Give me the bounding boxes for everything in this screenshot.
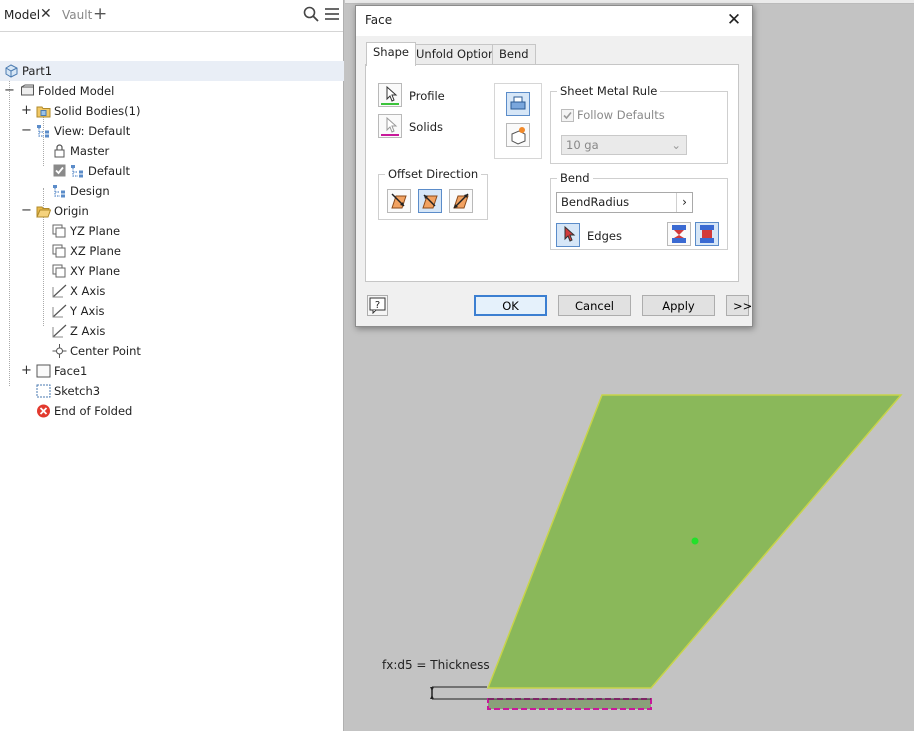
- tab-bend[interactable]: Bend: [492, 44, 536, 65]
- folder-open-icon: [36, 206, 51, 218]
- add-tab-icon[interactable]: +: [93, 4, 107, 24]
- bend-title: Bend: [557, 171, 593, 185]
- apply-button[interactable]: Apply: [642, 295, 715, 316]
- offset-direction-1-button[interactable]: [387, 189, 411, 213]
- plane-icon: [52, 264, 66, 278]
- bend-radius-field[interactable]: BendRadius ›: [556, 192, 693, 213]
- viewport-top-strip: [345, 0, 914, 4]
- solids-label: Solids: [409, 120, 444, 134]
- help-icon: ?: [369, 297, 386, 314]
- sheet-body-icon: [510, 96, 526, 110]
- bend-extension-2-button[interactable]: [695, 222, 719, 246]
- tree-item-part1[interactable]: Part1: [0, 61, 344, 81]
- offset-direction-group: Offset Direction: [378, 167, 488, 220]
- point-icon: [52, 344, 67, 358]
- follow-defaults-label: Follow Defaults: [577, 108, 665, 122]
- close-icon[interactable]: ✕: [40, 6, 52, 22]
- selected-edge-highlight[interactable]: [487, 698, 652, 710]
- new-solid-icon: [511, 127, 526, 145]
- sheet-metal-rule-dropdown[interactable]: 10 ga ⌄: [561, 135, 687, 155]
- sheet-metal-rule-group: Sheet Metal Rule Follow Defaults 10 ga ⌄: [550, 84, 728, 164]
- close-icon[interactable]: ✕: [724, 9, 744, 31]
- join-button[interactable]: [506, 92, 530, 116]
- cancel-button[interactable]: Cancel: [558, 295, 631, 316]
- search-icon[interactable]: [302, 5, 320, 23]
- end-of-part-icon: [37, 404, 50, 418]
- checked-icon: [53, 164, 66, 177]
- face-dialog: Face ✕ Shape Unfold Options Bend Profile…: [355, 5, 753, 327]
- bend-extension-icon: [672, 225, 686, 243]
- expand-icon[interactable]: +: [21, 101, 32, 121]
- offset-direction-icon: [422, 194, 438, 209]
- edges-label: Edges: [587, 229, 622, 243]
- profile-label: Profile: [409, 89, 445, 103]
- part-icon: [5, 64, 18, 78]
- output-group: [494, 83, 542, 159]
- shape-tab-panel: Profile Solids Sheet Metal Rule Follow D…: [365, 64, 739, 282]
- offset-direction-symmetric-icon: [453, 193, 469, 209]
- view-rep-icon: [37, 125, 49, 138]
- view-rep-icon: [53, 185, 65, 198]
- cursor-arrow-icon: [564, 225, 576, 242]
- cursor-arrow-icon: [381, 116, 399, 136]
- collapse-icon[interactable]: −: [21, 201, 32, 221]
- face-feature-icon: [36, 364, 51, 378]
- tab-shape[interactable]: Shape: [366, 42, 417, 66]
- sketch-icon: [36, 384, 51, 398]
- lock-icon: [54, 144, 65, 158]
- axis-icon: [52, 284, 67, 298]
- offset-direction-3-button[interactable]: [449, 189, 473, 213]
- sheet-metal-rule-title: Sheet Metal Rule: [557, 84, 661, 98]
- solids-select-button[interactable]: [378, 114, 402, 138]
- follow-defaults-checkbox[interactable]: [561, 109, 574, 122]
- bend-group: Bend BendRadius › Edges: [550, 171, 728, 250]
- help-button[interactable]: ?: [367, 295, 388, 316]
- expand-icon[interactable]: +: [21, 361, 32, 381]
- dialog-title: Face: [365, 13, 393, 27]
- tab-vault[interactable]: Vault: [62, 8, 92, 22]
- offset-direction-title: Offset Direction: [385, 167, 482, 181]
- chevron-down-icon: ⌄: [671, 138, 681, 152]
- bend-extension-1-button[interactable]: [667, 222, 691, 246]
- offset-direction-icon: [391, 193, 407, 209]
- dimension-label[interactable]: fx:d5 = Thickness: [382, 658, 490, 672]
- face-center-point: [691, 537, 699, 545]
- axis-icon: [52, 304, 67, 318]
- folder-icon: [36, 106, 51, 118]
- tab-model[interactable]: Model: [4, 8, 40, 22]
- plane-icon: [52, 224, 66, 238]
- model-browser: Model ✕ Vault + Part1 − Folded Model + S…: [0, 0, 344, 731]
- dialog-titlebar[interactable]: Face ✕: [356, 6, 752, 36]
- cursor-arrow-icon: [381, 85, 399, 105]
- axis-icon: [52, 324, 67, 338]
- offset-direction-2-button[interactable]: [418, 189, 442, 213]
- more-options-button[interactable]: >>: [726, 295, 752, 316]
- browser-tab-bar: Model ✕ Vault +: [0, 0, 343, 32]
- edges-select-button[interactable]: [556, 223, 580, 247]
- menu-icon[interactable]: [323, 5, 341, 23]
- collapse-icon[interactable]: −: [4, 81, 15, 101]
- collapse-icon[interactable]: −: [21, 121, 32, 141]
- chevron-right-icon[interactable]: ›: [676, 193, 692, 212]
- dimension-arrow: [430, 695, 434, 699]
- sheet-metal-icon: [21, 84, 34, 96]
- svg-text:?: ?: [375, 300, 380, 311]
- dimension-arrow: [430, 687, 434, 691]
- plane-icon: [52, 244, 66, 258]
- ok-button[interactable]: OK: [474, 295, 547, 316]
- view-rep-icon: [71, 165, 83, 178]
- bend-extension-icon: [700, 225, 714, 243]
- new-solid-button[interactable]: [506, 123, 530, 147]
- profile-select-button[interactable]: [378, 83, 402, 107]
